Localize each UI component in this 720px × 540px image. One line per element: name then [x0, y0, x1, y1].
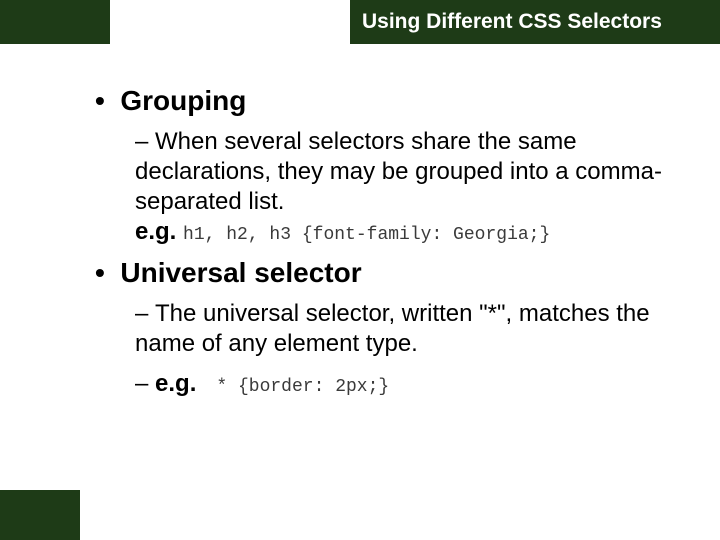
sub-universal-body: – The universal selector, written "*", m… [135, 299, 680, 359]
dash: – [135, 370, 155, 397]
grouping-body-text: When several selectors share the same de… [135, 128, 662, 215]
eg-label-2: e.g. [155, 370, 196, 397]
bullet-universal: • Universal selector [95, 257, 680, 289]
bullet-dot: • [95, 257, 120, 288]
slide-title: Using Different CSS Selectors [362, 10, 662, 34]
content-area: • Grouping – When several selectors shar… [95, 85, 680, 409]
dash: – [135, 300, 155, 327]
title-bar: Using Different CSS Selectors [350, 0, 720, 44]
space [203, 370, 210, 397]
slide: Using Different CSS Selectors • Grouping… [0, 0, 720, 540]
top-left-accent [0, 0, 110, 44]
bullet-dot: • [95, 85, 120, 116]
dash: – [135, 128, 155, 155]
code-example-2: * {border: 2px;} [216, 377, 389, 397]
bullet-heading-2: Universal selector [120, 257, 361, 288]
bullet-heading: Grouping [120, 85, 246, 116]
code-example-1: h1, h2, h3 {font-family: Georgia;} [183, 225, 550, 245]
sub-grouping-body: – When several selectors share the same … [135, 127, 680, 247]
sub-universal-example: – e.g. * {border: 2px;} [135, 369, 680, 399]
bullet-grouping: • Grouping [95, 85, 680, 117]
universal-body-text: The universal selector, written "*", mat… [135, 300, 650, 357]
eg-label-1: e.g. [135, 218, 176, 245]
bottom-left-accent [0, 490, 80, 540]
